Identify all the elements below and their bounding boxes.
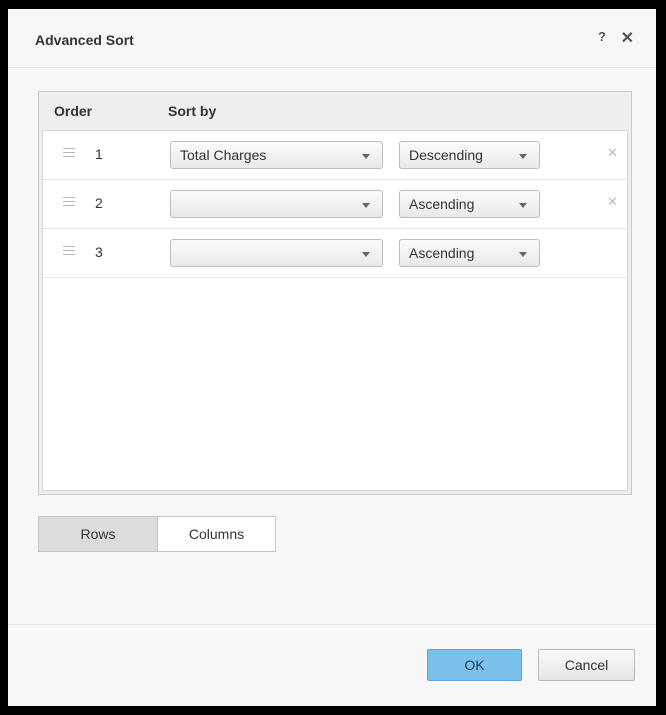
sort-row: 1 Total Charges Descending ✕ <box>43 131 627 180</box>
remove-row-icon[interactable]: ✕ <box>607 145 618 161</box>
footer-divider <box>8 624 656 625</box>
sort-direction-dropdown[interactable]: Ascending <box>399 239 540 267</box>
caret-down-icon <box>362 154 370 159</box>
sort-direction-dropdown[interactable]: Ascending <box>399 190 540 218</box>
sort-row: 2 Ascending ✕ <box>43 180 627 229</box>
remove-row-icon[interactable]: ✕ <box>607 194 618 210</box>
sort-order-number: 2 <box>95 195 103 211</box>
dialog-title: Advanced Sort <box>35 32 134 48</box>
sort-field-dropdown[interactable] <box>170 239 383 267</box>
cancel-button[interactable]: Cancel <box>538 649 635 681</box>
close-icon[interactable]: ✕ <box>621 28 634 48</box>
sort-field-dropdown[interactable] <box>170 190 383 218</box>
help-icon[interactable]: ? <box>598 29 606 44</box>
caret-down-icon <box>362 203 370 208</box>
sort-order-number: 3 <box>95 244 103 260</box>
drag-handle-icon[interactable] <box>63 246 75 257</box>
sort-grid: Order Sort by 1 Total Charges Descending… <box>38 91 632 495</box>
drag-handle-icon[interactable] <box>63 197 75 208</box>
caret-down-icon <box>362 252 370 257</box>
sort-direction-dropdown[interactable]: Descending <box>399 141 540 169</box>
caret-down-icon <box>519 252 527 257</box>
sort-field-dropdown[interactable]: Total Charges <box>170 141 383 169</box>
advanced-sort-dialog: Advanced Sort ? ✕ Order Sort by 1 Total … <box>8 9 656 706</box>
sort-direction-value: Ascending <box>409 245 475 261</box>
dialog-titlebar: Advanced Sort ? ✕ <box>8 9 656 68</box>
sort-grid-header: Order Sort by <box>39 92 631 130</box>
sort-grid-body: 1 Total Charges Descending ✕ 2 Ascending… <box>42 130 628 491</box>
sort-direction-value: Descending <box>409 147 483 163</box>
rows-toggle-button[interactable]: Rows <box>39 517 158 551</box>
sort-row: 3 Ascending <box>43 229 627 278</box>
sort-field-value: Total Charges <box>180 147 267 163</box>
ok-button[interactable]: OK <box>427 649 522 681</box>
drag-handle-icon[interactable] <box>63 148 75 159</box>
sort-direction-value: Ascending <box>409 196 475 212</box>
sort-order-number: 1 <box>95 146 103 162</box>
columns-toggle-button[interactable]: Columns <box>158 517 275 551</box>
order-column-header: Order <box>54 103 93 119</box>
rows-columns-toggle: Rows Columns <box>38 516 276 552</box>
caret-down-icon <box>519 154 527 159</box>
caret-down-icon <box>519 203 527 208</box>
sort-by-column-header: Sort by <box>168 103 217 119</box>
